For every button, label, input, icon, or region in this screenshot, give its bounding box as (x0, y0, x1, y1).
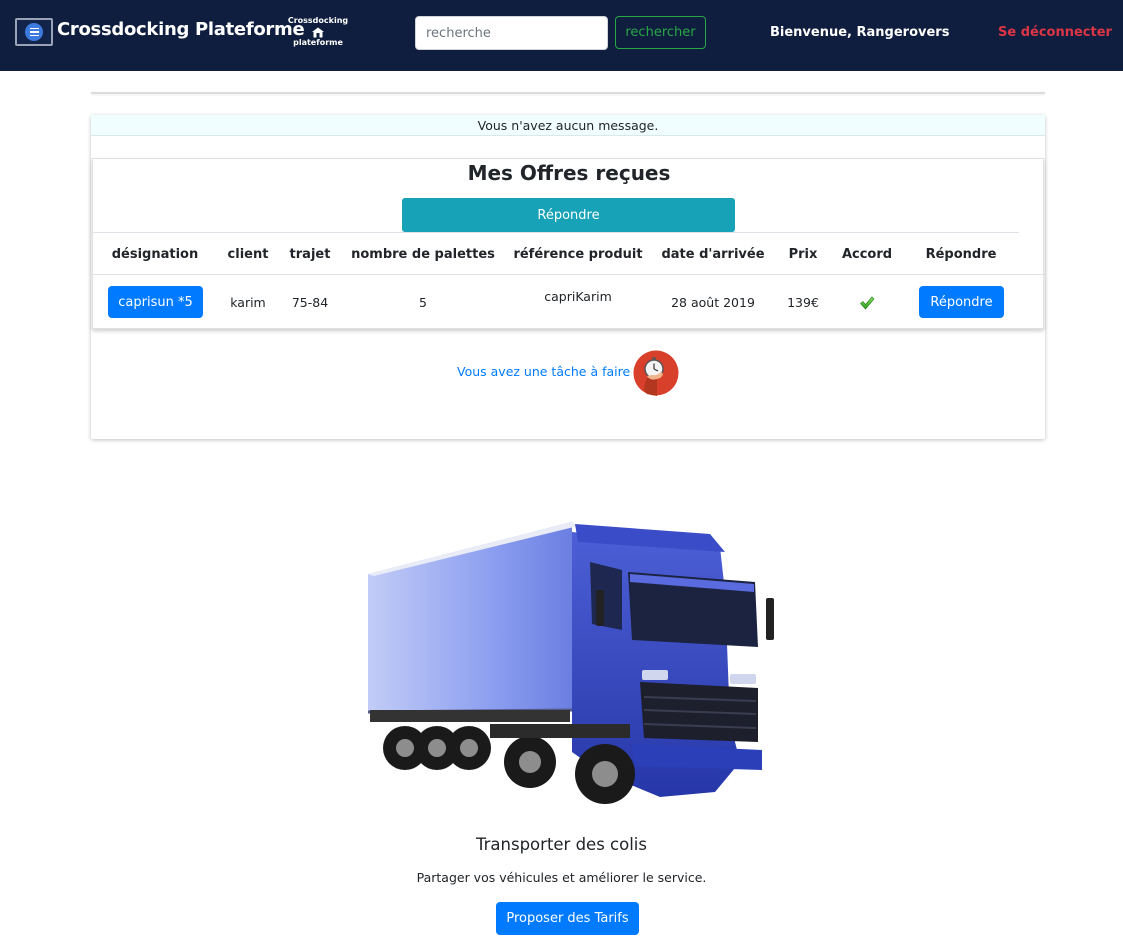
site-logo[interactable]: Crossdocking plateforme (287, 16, 349, 50)
column-header-trajet: trajet (289, 247, 331, 262)
table-header-divider (93, 274, 1045, 275)
cell-client: karim (230, 295, 266, 310)
task-link[interactable]: Vous avez une tâche à faire (457, 364, 630, 379)
top-divider (91, 92, 1045, 94)
dashboard-card: Vous n'avez aucun message. Mes Offres re… (91, 115, 1045, 439)
column-header-reference: référence produit (513, 247, 643, 262)
brand-title[interactable]: Crossdocking Plateforme (57, 19, 305, 40)
table-top-divider (93, 232, 1019, 233)
search-button[interactable]: rechercher (615, 16, 706, 49)
check-icon (860, 296, 875, 310)
house-icon (312, 27, 324, 38)
truck-image (367, 522, 774, 804)
offers-title: Mes Offres reçues (467, 161, 671, 185)
column-header-accord: Accord (841, 247, 893, 262)
top-navbar: Crossdocking Plateforme Crossdocking pla… (0, 0, 1123, 71)
message-notice: Vous n'avez aucun message. (91, 115, 1045, 136)
column-header-prix: Prix (788, 247, 818, 262)
search-input[interactable] (415, 16, 608, 50)
column-header-repondre: Répondre (925, 247, 997, 262)
hamburger-icon (25, 23, 43, 41)
column-header-designation: désignation (111, 247, 199, 262)
welcome-text: Bienvenue, Rangerovers (770, 25, 950, 40)
offers-card: Mes Offres reçues Répondre désignation c… (92, 158, 1045, 329)
logo-text-top: Crossdocking (287, 16, 349, 25)
column-header-date: date d'arrivée (661, 247, 765, 262)
logout-link[interactable]: Se déconnecter (998, 25, 1112, 40)
column-header-palettes: nombre de palettes (351, 247, 495, 262)
cell-reference: capriKarim (544, 289, 612, 304)
cell-palettes: 5 (419, 295, 427, 310)
respond-all-button[interactable]: Répondre (402, 198, 735, 232)
cell-prix: 139€ (787, 295, 819, 310)
propose-tarifs-button[interactable]: Proposer des Tarifs (496, 902, 639, 935)
column-header-client: client (227, 247, 269, 262)
designation-button[interactable]: caprisun *5 (108, 286, 203, 318)
logo-text-bottom: plateforme (293, 38, 343, 47)
respond-row-button[interactable]: Répondre (919, 286, 1004, 318)
cell-date: 28 août 2019 (671, 295, 755, 310)
hero-title: Transporter des colis (475, 835, 647, 854)
stopwatch-task-icon[interactable] (633, 350, 679, 396)
menu-toggle-button[interactable] (15, 18, 53, 46)
hero-subtitle: Partager vos véhicules et améliorer le s… (416, 870, 707, 885)
cell-trajet: 75-84 (291, 295, 329, 310)
